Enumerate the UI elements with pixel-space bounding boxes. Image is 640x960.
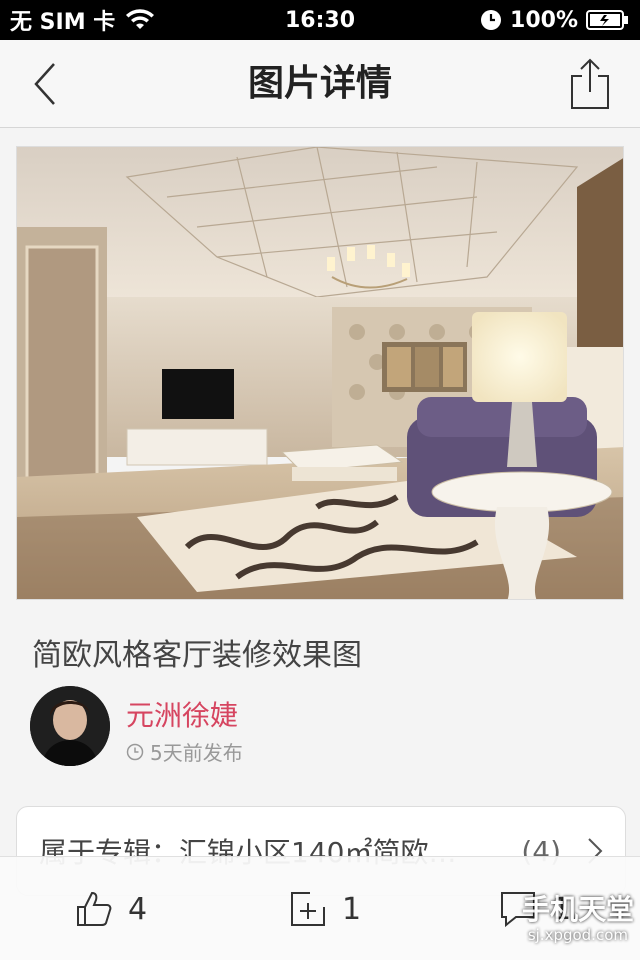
content-area: 简欧风格客厅装修效果图 元洲徐婕 5天前发布 属于专辑： 汇锦小区140㎡简欧…… [0,128,640,960]
watermark: 手机天堂 sj.xpgod.com [474,882,634,954]
battery-icon [586,10,628,30]
post-time-text: 5天前发布 [150,741,243,765]
clock-icon [126,743,144,760]
collect-count: 1 [342,891,362,927]
nav-bar: 图片详情 [0,40,640,128]
living-room-image [17,147,623,599]
like-button[interactable]: 4 [74,857,147,960]
post-caption: 简欧风格客厅装修效果图 [32,638,362,673]
like-count: 4 [128,891,148,927]
share-icon[interactable] [566,56,614,112]
post-time: 5天前发布 [126,737,243,766]
author-avatar-image [30,686,110,766]
watermark-url: sj.xpgod.com [527,926,628,944]
thumbs-up-icon [77,891,112,926]
bottom-action-bar: 4 1 1 手机天堂 sj.xpgod.com [0,856,640,960]
battery-percent: 100% [510,7,578,33]
post-card: 简欧风格客厅装修效果图 元洲徐婕 5天前发布 属于专辑： 汇锦小区140㎡简欧…… [0,128,640,896]
author-name[interactable]: 元洲徐婕 [126,694,238,734]
collect-button[interactable]: 1 [288,857,361,960]
watermark-main: 手机天堂 [521,893,634,926]
clock-icon [481,10,502,30]
avatar[interactable] [30,686,110,766]
status-left: 无 SIM 卡 [10,4,155,36]
status-bar: 无 SIM 卡 16:30 100% [0,0,640,40]
carrier-text: 无 SIM 卡 [10,10,116,35]
add-to-album-icon [291,892,325,926]
page-title: 图片详情 [247,63,392,104]
room-photo[interactable] [16,146,624,600]
status-right: 100% [480,8,630,33]
wifi-icon [126,9,155,29]
